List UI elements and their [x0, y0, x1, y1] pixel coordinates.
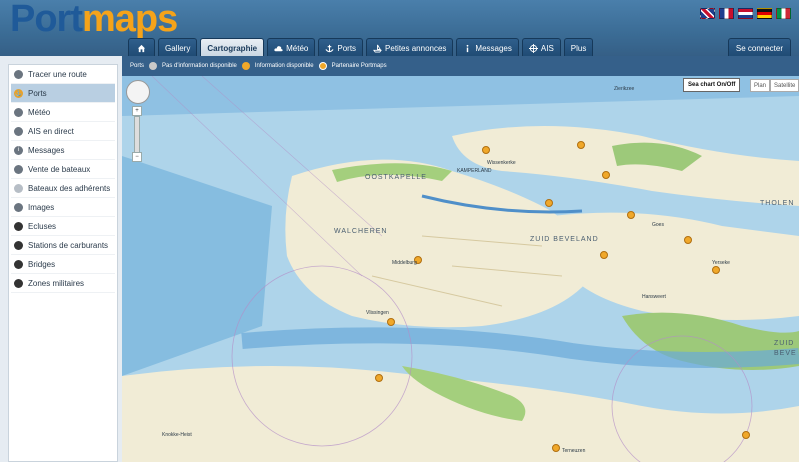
- map-label-middelburg: Middelburg: [392, 260, 417, 266]
- sidebar-item-meteo[interactable]: Météo: [11, 103, 115, 122]
- sidebar-item-tracer-route[interactable]: Tracer une route: [11, 65, 115, 84]
- port-marker[interactable]: [627, 211, 635, 219]
- map-label-hansweert: Hansweert: [642, 294, 666, 300]
- nautical-map[interactable]: OOSTKAPELLE WALCHEREN Middelburg Vlissin…: [122, 76, 799, 462]
- member-icon: [14, 183, 23, 193]
- map-label-terneuzen: Terneuzen: [562, 448, 586, 454]
- boat-icon: [373, 44, 383, 53]
- pan-control[interactable]: [126, 80, 150, 104]
- login-button[interactable]: Se connecter: [727, 38, 791, 58]
- map-canvas[interactable]: [122, 76, 799, 462]
- map-label-zierikzee: Zierikzee: [614, 86, 635, 92]
- military-icon: [14, 278, 23, 288]
- info-icon: i: [14, 145, 23, 155]
- map-label-yerseke: Yerseke: [712, 260, 730, 266]
- zoom-out-button[interactable]: −: [132, 152, 142, 162]
- sidebar-item-ecluses[interactable]: Ecluses: [11, 217, 115, 236]
- language-flags: [700, 8, 791, 19]
- zoom-slider[interactable]: [134, 116, 140, 153]
- sidebar-item-images[interactable]: Images: [11, 198, 115, 217]
- map-label-wissenkerke: Wissenkerke: [487, 160, 516, 166]
- sidebar-item-ais[interactable]: AIS en direct: [11, 122, 115, 141]
- sidebar: Tracer une route ⚓ Ports Météo AIS en dir…: [8, 64, 118, 462]
- map-label-goes: Goes: [652, 222, 664, 228]
- uk-flag[interactable]: [700, 8, 715, 19]
- port-marker[interactable]: [600, 251, 608, 259]
- ais-icon: [14, 126, 23, 136]
- map-type-control: Plan Satellite: [750, 79, 799, 92]
- tab-meteo[interactable]: Météo: [267, 38, 316, 57]
- route-icon: [14, 69, 23, 79]
- map-label-vlissingen: Vlissingen: [366, 310, 389, 316]
- it-flag[interactable]: [776, 8, 791, 19]
- port-marker[interactable]: [602, 171, 610, 179]
- sidebar-item-ports[interactable]: ⚓ Ports: [11, 84, 115, 103]
- home-tab[interactable]: [128, 38, 155, 57]
- port-marker[interactable]: [552, 444, 560, 452]
- sidebar-item-messages[interactable]: i Messages: [11, 141, 115, 160]
- map-label-kamperland: KAMPERLAND: [457, 168, 492, 174]
- sidebar-item-vente-bateaux[interactable]: Vente de bateaux: [11, 160, 115, 179]
- fr-flag[interactable]: [719, 8, 734, 19]
- info-icon: [467, 44, 469, 52]
- sidebar-item-zones-militaires[interactable]: Zones militaires: [11, 274, 115, 293]
- tab-cartographie[interactable]: Cartographie: [200, 38, 265, 57]
- anchor-icon: ⚓: [14, 88, 23, 98]
- header: Portmaps Gallery Cartographie Météo Port…: [0, 0, 799, 58]
- port-marker[interactable]: [387, 318, 395, 326]
- tab-ports[interactable]: Ports: [318, 38, 364, 57]
- port-marker[interactable]: [577, 141, 585, 149]
- tab-messages[interactable]: Messages: [456, 38, 519, 57]
- zoom-in-button[interactable]: +: [132, 106, 142, 116]
- tab-ais[interactable]: AIS: [521, 38, 561, 57]
- legend-partner: Partenaire Portmaps: [331, 63, 387, 69]
- map-legend-bar: Ports Pas d'information disponible Infor…: [122, 56, 799, 76]
- map-label-walcheren: WALCHEREN: [334, 228, 388, 235]
- tab-petites-annonces[interactable]: Petites annonces: [366, 38, 454, 57]
- legend-title: Ports: [130, 63, 145, 69]
- grey-port-icon: [149, 62, 158, 70]
- port-marker[interactable]: [712, 266, 720, 274]
- portmaps-logo[interactable]: Portmaps: [10, 0, 178, 41]
- port-marker[interactable]: [545, 199, 553, 207]
- legend-info: Information disponible: [254, 63, 314, 69]
- main-nav: Gallery Cartographie Météo Ports Petites…: [128, 38, 594, 57]
- tab-plus[interactable]: Plus: [563, 38, 594, 57]
- home-icon: [137, 44, 146, 52]
- port-marker[interactable]: [742, 431, 750, 439]
- map-type-satellite[interactable]: Satellite: [770, 79, 799, 92]
- sidebar-item-bateaux-adherents[interactable]: Bateaux des adhérents: [11, 179, 115, 198]
- port-marker[interactable]: [482, 146, 490, 154]
- lock-icon: [14, 221, 23, 231]
- de-flag[interactable]: [757, 8, 772, 19]
- legend-no-info: Pas d'information disponible: [162, 63, 237, 69]
- map-type-plan[interactable]: Plan: [750, 79, 771, 92]
- partner-port-icon: [318, 62, 327, 70]
- map-label-tholen: THOLEN: [760, 200, 795, 207]
- weather-icon: [14, 107, 23, 117]
- map-label-knokke: Knokke-Heist: [162, 432, 192, 438]
- port-marker[interactable]: [375, 374, 383, 382]
- map-label-beve: BEVE: [774, 350, 797, 357]
- sidebar-item-stations-carburants[interactable]: Stations de carburants: [11, 236, 115, 255]
- anchor-icon: [325, 44, 334, 52]
- map-label-oostkapelle: OOSTKAPELLE: [365, 174, 427, 181]
- image-icon: [14, 202, 23, 212]
- port-marker[interactable]: [684, 236, 692, 244]
- boat-icon: [14, 164, 23, 174]
- cloud-icon: [274, 45, 283, 51]
- tab-gallery[interactable]: Gallery: [158, 38, 198, 57]
- orange-port-icon: [241, 62, 250, 70]
- map-label-zuid: ZUID: [774, 340, 795, 347]
- sidebar-item-bridges[interactable]: Bridges: [11, 255, 115, 274]
- sea-chart-toggle-button[interactable]: Sea chart On/Off: [683, 78, 741, 92]
- bridge-icon: [14, 259, 23, 269]
- fuel-icon: [14, 240, 23, 250]
- nl-flag[interactable]: [738, 8, 753, 19]
- compass-icon: [528, 43, 538, 53]
- map-label-zuid-beveland: ZUID BEVELAND: [530, 236, 599, 243]
